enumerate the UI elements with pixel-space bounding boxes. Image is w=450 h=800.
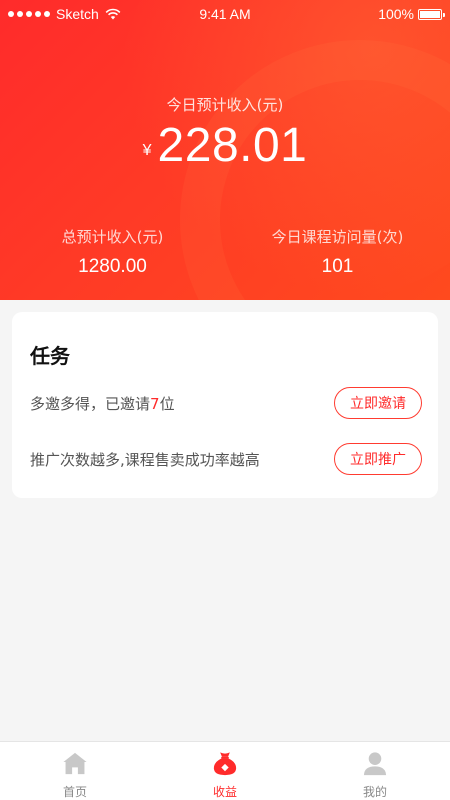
total-income-stat: 总预计收入(元) 1280.00 [0,226,225,278]
bottom-tab-bar: 首页 收益 我的 [0,741,450,800]
tab-home-label: 首页 [62,785,87,799]
today-income-value: 228.01 [157,119,308,172]
user-icon [363,752,387,776]
home-icon [63,752,87,775]
status-right: 100% [378,6,445,22]
tab-profile-label: 我的 [362,785,387,799]
task-card-title: 任务 [30,344,70,368]
today-income-amount: ¥228.01 [0,118,450,173]
money-bag-icon [213,752,237,776]
tab-earnings[interactable]: 收益 [150,742,300,800]
task-row-promote: 推广次数越多,课程售卖成功率越高 立即推广 [30,442,422,476]
invite-text-suffix: 位 [159,394,175,413]
earnings-header: Sketch 9:41 AM 100% 今日预计收入(元) ¥228.01 总预… [0,0,450,300]
tab-earnings-label: 收益 [212,785,237,799]
total-income-value: 1280.00 [78,256,147,277]
battery-icon [418,8,445,20]
tab-home[interactable]: 首页 [0,742,150,800]
invite-text-prefix: 多邀多得，已邀请 [30,394,151,413]
course-visits-label: 今日课程访问量(次) [271,228,404,246]
status-bar: Sketch 9:41 AM 100% [0,0,450,28]
promote-task-text: 推广次数越多,课程售卖成功率越高 [30,450,260,469]
task-card: 任务 多邀多得，已邀请7位 立即邀请 推广次数越多,课程售卖成功率越高 立即推广 [12,312,438,498]
task-row-invite: 多邀多得，已邀请7位 立即邀请 [30,386,422,420]
currency-symbol: ¥ [142,142,152,159]
total-income-label: 总预计收入(元) [61,228,164,246]
today-income-label: 今日预计收入(元) [166,96,284,114]
battery-percentage: 100% [378,6,414,22]
invite-now-button[interactable]: 立即邀请 [334,387,422,419]
course-visits-value: 101 [321,256,354,277]
invite-count: 7 [150,394,160,413]
tab-profile[interactable]: 我的 [300,742,450,800]
promote-now-button[interactable]: 立即推广 [334,443,422,475]
course-visits-stat: 今日课程访问量(次) 101 [225,226,450,278]
invite-task-text: 多邀多得，已邀请7位 [30,393,175,414]
